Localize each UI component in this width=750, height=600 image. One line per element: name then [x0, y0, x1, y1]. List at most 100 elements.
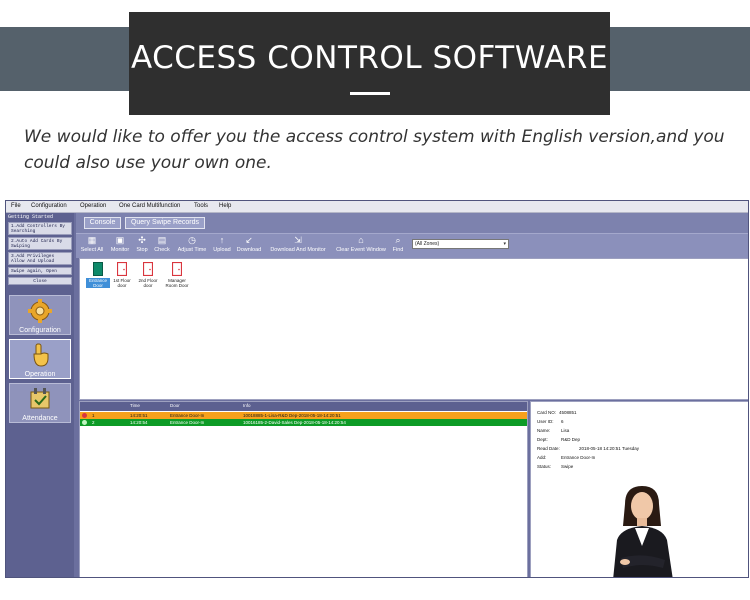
clear-event-window-button[interactable]: ⌂ Clear Event Window — [334, 235, 388, 258]
row-time: 14:20:54 — [130, 420, 148, 425]
row-index: 2 — [92, 420, 95, 425]
download-and-monitor-button[interactable]: ⇲ Download And Monitor — [267, 235, 329, 258]
stop-button[interactable]: ✣ Stop — [135, 235, 149, 258]
step-add-privileges[interactable]: 3.Add Privileges Allow And Upload — [8, 252, 72, 265]
stop-label: Stop — [136, 247, 148, 253]
nav-configuration-label: Configuration — [19, 327, 61, 334]
detail-value: R&D Dep — [561, 437, 581, 442]
detail-add: Add: Entrance Door-In — [537, 455, 595, 460]
menu-tools[interactable]: Tools — [194, 203, 208, 209]
menu-one-card[interactable]: One Card Multifunction — [119, 203, 180, 209]
software-window: File Configuration Operation One Card Mu… — [5, 200, 749, 578]
menu-configuration[interactable]: Configuration — [31, 203, 67, 209]
door-label: 2nd Floor door — [138, 278, 158, 288]
row-door: Entrance Door-In — [170, 413, 205, 418]
row-info: 10018885-1-Lisa-R&D Dep-2018-05-18-14:20… — [243, 413, 341, 418]
download-icon: ↙ — [245, 235, 253, 245]
door-icon — [172, 262, 182, 276]
tab-console[interactable]: Console — [84, 217, 121, 229]
event-log: Time Door Info 1 14:20:51 Entrance Door-… — [79, 401, 528, 577]
detail-value: Lisa — [561, 428, 570, 433]
col-door: Door — [170, 403, 180, 408]
chevron-down-icon: ▾ — [503, 241, 506, 247]
detail-value: Swipe — [561, 464, 574, 469]
close-button[interactable]: Close — [8, 277, 72, 285]
detail-label: Status: — [537, 464, 552, 469]
step-add-controllers[interactable]: 1.Add Controllers By Searching — [8, 222, 72, 235]
step-auto-add-cards[interactable]: 2.Auto Add Cards By Swiping — [8, 237, 72, 250]
step-swipe-open[interactable]: Swipe again, Open — [8, 267, 72, 275]
door-icon — [93, 262, 103, 276]
zone-select[interactable]: (All Zones) ▾ — [412, 239, 509, 249]
detail-card-no: Card NO: 4508851 — [537, 410, 577, 415]
nav-attendance[interactable]: Attendance — [9, 383, 71, 423]
detail-value: Entrance Door-In — [561, 455, 596, 460]
title-underline — [350, 92, 390, 95]
door-icon — [143, 262, 153, 276]
denied-icon — [82, 413, 87, 418]
getting-started-title: Getting Started — [8, 214, 54, 220]
check-label: Check — [154, 247, 170, 253]
door-1st-floor[interactable]: 1st Floor door — [110, 262, 134, 292]
detail-label: Card NO: — [537, 410, 557, 415]
detail-name: Name: Lisa — [537, 428, 569, 433]
tab-bar: Console Query Swipe Records — [76, 213, 748, 233]
find-button[interactable]: ⌕ Find — [391, 235, 405, 258]
detail-value: 6 — [561, 419, 564, 424]
stop-icon: ✣ — [138, 235, 146, 245]
row-index: 1 — [92, 413, 95, 418]
download-label: Download — [236, 247, 262, 253]
detail-label: Add: — [537, 455, 547, 460]
check-icon: ▤ — [157, 235, 167, 245]
search-icon: ⌕ — [395, 235, 401, 245]
detail-label: Name: — [537, 428, 551, 433]
clear-icon: ⌂ — [358, 235, 364, 245]
door-label: Manager Room Door — [165, 278, 189, 288]
nav-attendance-label: Attendance — [22, 415, 58, 422]
card-detail-panel: Card NO: 4508851 User ID: 6 Name: Lisa D… — [530, 401, 748, 577]
detail-status: Status: Swipe — [537, 464, 573, 469]
menu-help[interactable]: Help — [219, 203, 231, 209]
monitor-icon: ▣ — [115, 235, 125, 245]
nav-operation[interactable]: Operation — [9, 339, 71, 379]
monitor-button[interactable]: ▣ Monitor — [108, 235, 132, 258]
select-all-icon: ▦ — [87, 235, 97, 245]
menu-file[interactable]: File — [11, 203, 21, 209]
tab-query-swipe-records[interactable]: Query Swipe Records — [125, 217, 205, 229]
title-box: ACCESS CONTROL SOFTWARE — [129, 12, 610, 115]
row-time: 14:20:51 — [130, 413, 148, 418]
door-label: Entrance Door — [86, 278, 110, 288]
check-button[interactable]: ▤ Check — [153, 235, 171, 258]
row-door: Entrance Door-In — [170, 420, 205, 425]
event-log-header: Time Door Info — [80, 402, 527, 411]
select-all-button[interactable]: ▦ Select All — [80, 235, 104, 258]
upload-button[interactable]: ↑ Upload — [212, 235, 232, 258]
detail-value: 2018-05-18 14:20:51 Tuesday — [579, 446, 640, 451]
download-button[interactable]: ↙ Download — [235, 235, 263, 258]
upload-icon: ↑ — [219, 235, 225, 245]
clear-event-window-label: Clear Event Window — [336, 247, 386, 253]
door-2nd-floor[interactable]: 2nd Floor door — [136, 262, 160, 292]
attendance-icon — [30, 388, 50, 409]
allowed-check-icon — [82, 420, 87, 425]
door-manager-room[interactable]: Manager Room Door — [162, 262, 192, 292]
detail-value: 4508851 — [559, 410, 577, 415]
hand-pointer-icon — [33, 343, 49, 367]
left-panel: Getting Started 1.Add Controllers By Sea… — [6, 213, 74, 577]
menu-operation[interactable]: Operation — [80, 203, 106, 209]
table-row[interactable]: 1 14:20:51 Entrance Door-In 10018885-1-L… — [80, 412, 527, 419]
intro-text: We would like to offer you the access co… — [24, 127, 725, 173]
nav-configuration[interactable]: Configuration — [9, 295, 71, 335]
clock-icon: ◷ — [188, 235, 196, 245]
menu-bar: File Configuration Operation One Card Mu… — [6, 201, 748, 213]
detail-label: Read Date: — [537, 446, 560, 451]
download-monitor-icon: ⇲ — [294, 235, 302, 245]
adjust-time-label: Adjust Time — [177, 247, 207, 253]
door-entrance[interactable]: Entrance Door — [86, 262, 110, 292]
adjust-time-button[interactable]: ◷ Adjust Time — [176, 235, 208, 258]
table-row[interactable]: 2 14:20:54 Entrance Door-In 10016185-2-D… — [80, 419, 527, 426]
col-time: Time — [130, 403, 140, 408]
page-title: ACCESS CONTROL SOFTWARE — [130, 40, 609, 76]
detail-dept: Dept: R&D Dep — [537, 437, 580, 442]
monitor-label: Monitor — [110, 247, 130, 253]
